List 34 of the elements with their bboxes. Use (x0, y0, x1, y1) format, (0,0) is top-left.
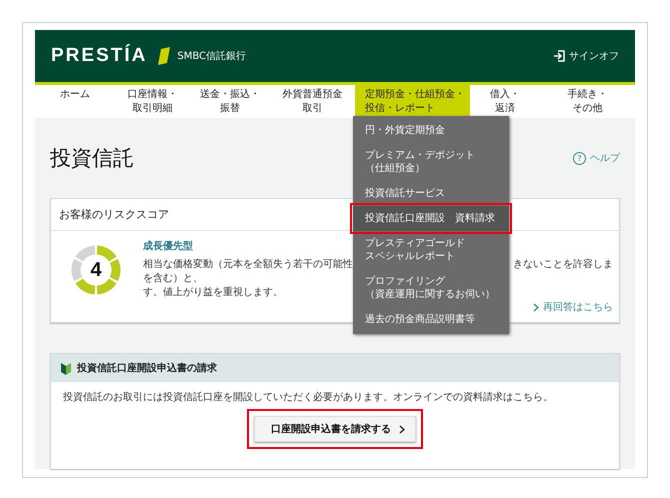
nav-tab[interactable]: 口座情報・ 取引明細 (115, 85, 190, 118)
page-title: 投資信託 (50, 145, 134, 172)
risk-description: す。値上がり益を重視します。 (143, 286, 283, 300)
menu-item[interactable]: プレミアム・デポジット （仕組預金） (353, 143, 509, 181)
help-icon: ? (573, 152, 586, 164)
risk-score: 4 (89, 258, 103, 283)
sign-off-link[interactable]: サインオフ (569, 49, 619, 63)
menu-item[interactable]: 円・外貨定期預金 (353, 118, 509, 143)
risk-description: きないことを許容しま (513, 258, 613, 272)
menu-item[interactable]: 過去の預金商品説明書等 (353, 307, 509, 332)
nav-tab[interactable]: 定期預金・仕組預金・ 投信・レポート (355, 85, 470, 118)
risk-description: 相当な価格変動（元本を全額失う若干の可能性を含む）と、 (143, 258, 354, 286)
help-link[interactable]: ? ヘルプ (573, 151, 620, 165)
bank-name: SMBC信託銀行 (177, 50, 246, 63)
logo-icon (157, 47, 172, 65)
nav-tab[interactable]: 外貨普通預金 取引 (270, 85, 355, 118)
help-label: ヘルプ (590, 152, 620, 165)
menu-item[interactable]: プロファイリング （資産運用に関するお伺い） (353, 269, 509, 307)
request-text: 投資信託のお取引には投資信託口座を開設していただく必要があります。オンラインでの資料請求はこちら。 (63, 390, 553, 404)
leaf-icon (61, 362, 71, 374)
card-title: 投資信託口座開設申込書の請求 (77, 361, 217, 375)
menu-item[interactable]: プレスティアゴールド スペシャルレポート (353, 231, 509, 269)
nav-tab[interactable]: 送金・振込・ 振替 (190, 85, 270, 118)
logo-text: PRESTÍA (51, 45, 148, 67)
risk-type: 成長優先型 (143, 240, 193, 253)
nav-tab[interactable]: 手続き・ その他 (540, 85, 635, 118)
menu-item[interactable]: 投資信託口座開設 資料請求 (353, 206, 509, 231)
sign-out-icon (553, 50, 565, 62)
nav-tab[interactable]: ホーム (35, 85, 115, 118)
chevron-icon (533, 302, 539, 312)
reanswer-link[interactable]: 再回答はこちら (533, 300, 613, 314)
request-button[interactable]: 口座開設申込書を請求する (254, 416, 416, 442)
nav-tab[interactable]: 借入・ 返済 (470, 85, 540, 118)
chevron-icon (399, 424, 405, 434)
